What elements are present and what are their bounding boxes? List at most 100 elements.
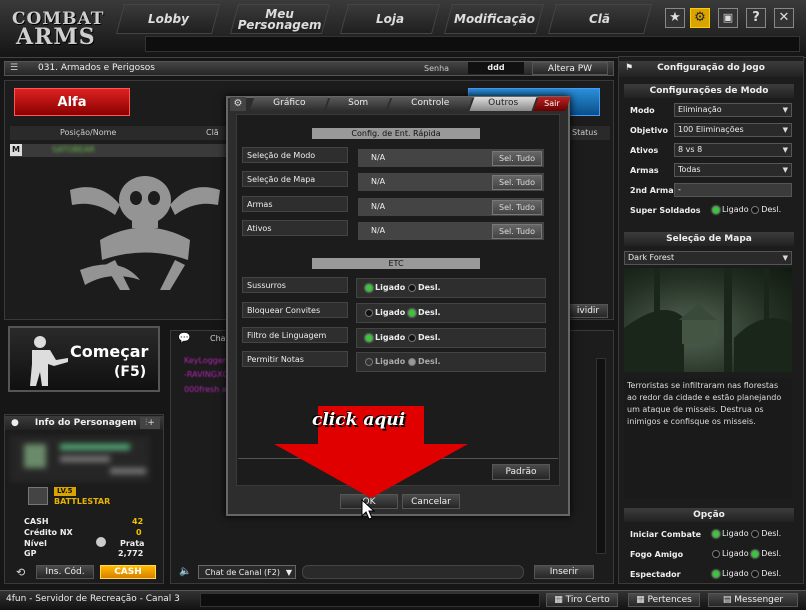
senha-label: Senha (424, 64, 450, 73)
tab-outros[interactable]: Outros (469, 97, 537, 111)
lock-icon[interactable]: ▣ (718, 8, 738, 28)
gp-value: 2,772 (118, 549, 144, 558)
etc-row-filtro-toggle[interactable]: Ligado Desl. (356, 328, 546, 348)
chat-bubble-icon: 💬 (178, 333, 191, 344)
tab-lobby[interactable]: Lobby (115, 4, 221, 34)
credito-label: Crédito NX (24, 528, 73, 537)
ins-cod-button[interactable]: Ins. Cód. (36, 565, 94, 579)
radio-on-icon[interactable] (365, 283, 373, 292)
refresh-icon[interactable]: ⟲ (16, 566, 25, 579)
sel-tudo-armas-button[interactable]: Sel. Tudo (492, 200, 542, 215)
quick-section-header: Config. de Ent. Rápida (312, 128, 480, 139)
tab-loja[interactable]: Loja (339, 4, 441, 34)
map-description: Terroristas se infiltraram nas florestas… (624, 378, 792, 498)
chat-line-2: -RAVINGX0 (184, 370, 228, 379)
armas-select[interactable]: Todas (674, 163, 792, 177)
radio-off-icon[interactable] (407, 357, 416, 366)
radio-on-icon[interactable] (712, 569, 720, 578)
radio-off-icon[interactable] (751, 529, 760, 538)
logo: COMBAT ARMS (12, 10, 112, 52)
dialog-gear-icon: ⚙ (230, 97, 246, 111)
super-soldados-label: Super Soldados (630, 206, 701, 215)
espectador-label: Espectador (630, 570, 681, 579)
ligado-label: Ligado (722, 549, 749, 558)
radio-on-icon[interactable] (751, 549, 760, 558)
sel-tudo-mapa-button[interactable]: Sel. Tudo (492, 175, 542, 190)
modo-label: Modo (630, 106, 655, 115)
chat-channel-select[interactable]: Chat de Canal (F2) ▼ (198, 565, 296, 579)
quick-row-ativos: Ativos N/A Sel. Tudo (240, 219, 552, 241)
radio-off-icon[interactable] (365, 308, 373, 317)
quick-row-ativos-label: Ativos (242, 220, 348, 236)
inserir-button[interactable]: Inserir (534, 565, 594, 579)
etc-row-notas-toggle[interactable]: Ligado Desl. (356, 352, 546, 372)
radio-off-icon[interactable] (407, 283, 416, 292)
cash-label: CASH (24, 517, 49, 526)
ligado-label: Ligado (722, 205, 749, 214)
padrao-button[interactable]: Padrão (492, 464, 550, 480)
mouse-cursor-icon (360, 498, 376, 520)
tab-meu-personagem[interactable]: Meu Personagem (229, 4, 331, 34)
radio-on-icon[interactable] (712, 205, 720, 214)
star-icon[interactable]: ★ (665, 8, 685, 28)
espectador-toggle[interactable]: Ligado Desl. (712, 569, 781, 578)
volume-icon[interactable]: 🔈 (179, 566, 191, 577)
tab-cla[interactable]: Clã (547, 4, 653, 34)
etc-row-bloquear-toggle[interactable]: Ligado Desl. (356, 303, 546, 323)
chat-scrollbar[interactable] (596, 358, 606, 554)
gear-icon[interactable]: ⚙ (690, 8, 710, 28)
chat-input[interactable] (302, 565, 524, 579)
chat-channel-label: Chat de Canal (F2) (205, 568, 280, 577)
char-info-expand-icon[interactable]: ⫶+ (140, 417, 160, 429)
objetivo-select[interactable]: 100 Eliminações (674, 123, 792, 137)
tab-grafico[interactable]: Gráfico (249, 97, 329, 111)
etc-row-sussurros-toggle[interactable]: Ligado Desl. (356, 278, 546, 298)
quick-row-mapa-label: Seleção de Mapa (242, 171, 348, 187)
radio-off-icon[interactable] (712, 549, 720, 558)
col-cla: Clã (206, 128, 219, 137)
modo-select[interactable]: Eliminação (674, 103, 792, 117)
dividir-button[interactable]: ividir (568, 304, 608, 318)
tab-modificacao[interactable]: Modificação (443, 4, 545, 34)
start-button[interactable]: Começar (F5) (8, 326, 160, 392)
super-soldados-toggle[interactable]: Ligado Desl. (712, 205, 781, 214)
radio-on-icon[interactable] (365, 333, 373, 342)
cash-button[interactable]: CASH (100, 565, 156, 579)
radio-off-icon[interactable] (751, 569, 760, 578)
top-address-bar (145, 36, 800, 52)
nivel-label: Nível (24, 539, 47, 548)
tab-som[interactable]: Som (325, 97, 391, 111)
map-select[interactable]: Dark Forest (624, 251, 792, 265)
map-select-header: Seleção de Mapa (624, 232, 794, 246)
radio-off-icon[interactable] (407, 333, 416, 342)
radio-off-icon[interactable] (751, 205, 760, 214)
ligado-label: Ligado (375, 283, 406, 292)
close-icon[interactable]: ✕ (774, 8, 794, 28)
iniciar-combate-toggle[interactable]: Ligado Desl. (712, 529, 781, 538)
pertences-button[interactable]: ▦ Pertences (628, 593, 700, 607)
sel-tudo-ativos-button[interactable]: Sel. Tudo (492, 224, 542, 239)
tiro-certo-button[interactable]: ▦ Tiro Certo (546, 593, 618, 607)
fogo-amigo-toggle[interactable]: Ligado Desl. (712, 549, 781, 558)
player-row[interactable] (10, 144, 234, 157)
ligado-label: Ligado (722, 529, 749, 538)
menu-icon[interactable]: ☰ (10, 63, 22, 73)
server-label: 4fun - Servidor de Recreação - Canal 3 (6, 594, 180, 604)
messenger-button[interactable]: ▤ Messenger (708, 593, 798, 607)
radio-on-icon[interactable] (407, 308, 416, 317)
altera-pw-button[interactable]: Altera PW (532, 62, 608, 75)
soldier-icon (18, 334, 68, 386)
game-config-header: ⚑ Configuração do Jogo (619, 61, 803, 77)
tab-sair[interactable]: Sair (533, 97, 571, 111)
radio-off-icon[interactable] (365, 357, 373, 366)
sel-tudo-modo-button[interactable]: Sel. Tudo (492, 151, 542, 166)
tab-controle[interactable]: Controle (387, 97, 473, 111)
etc-row-filtro-label: Filtro de Linguagem (242, 327, 348, 343)
help-icon[interactable]: ? (746, 8, 766, 28)
ativos-select[interactable]: 8 vs 8 (674, 143, 792, 157)
etc-section-header: ETC (312, 258, 480, 269)
desl-label: Desl. (417, 308, 441, 317)
col-posicao-nome: Posição/Nome (60, 128, 117, 137)
radio-on-icon[interactable] (712, 529, 720, 538)
chat-line-1: KeyLogger0 (184, 356, 232, 365)
